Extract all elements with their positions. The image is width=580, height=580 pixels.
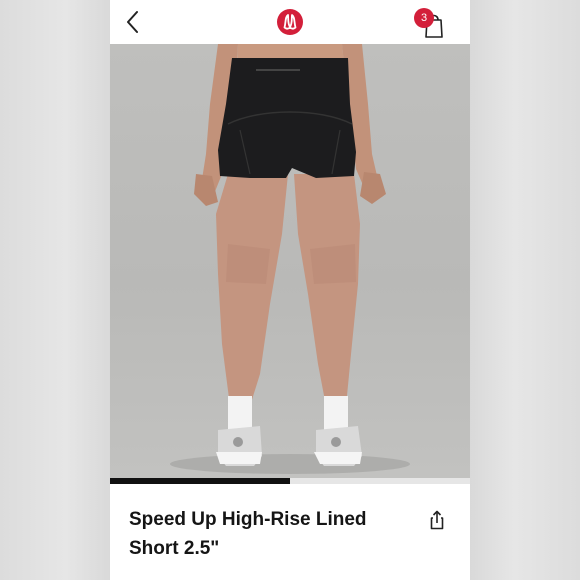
brand-logo-icon xyxy=(277,9,303,35)
image-gallery-progress-fill xyxy=(110,478,290,484)
cart-count-badge: 3 xyxy=(414,8,434,28)
background-blur-left xyxy=(0,0,110,580)
image-gallery-progress xyxy=(110,478,470,484)
lululemon-logo[interactable] xyxy=(276,8,304,36)
share-icon xyxy=(430,510,444,530)
product-image[interactable] xyxy=(110,44,470,478)
cart-button[interactable]: 3 xyxy=(410,6,450,40)
background-blur-right xyxy=(470,0,580,580)
top-nav-bar: 3 xyxy=(110,0,470,44)
model-wearing-shorts-image xyxy=(170,44,410,474)
product-title: Speed Up High-Rise Lined Short 2.5" xyxy=(129,505,389,563)
product-screen: 3 Speed Up High-Rise Lined Short 2.5" xyxy=(110,0,470,580)
back-button[interactable] xyxy=(120,8,148,36)
product-title-line-2: Short 2.5" xyxy=(129,538,220,559)
chevron-left-icon xyxy=(127,11,138,33)
product-title-line-1: Speed Up High-Rise Lined xyxy=(129,509,367,530)
share-button[interactable] xyxy=(426,509,448,531)
